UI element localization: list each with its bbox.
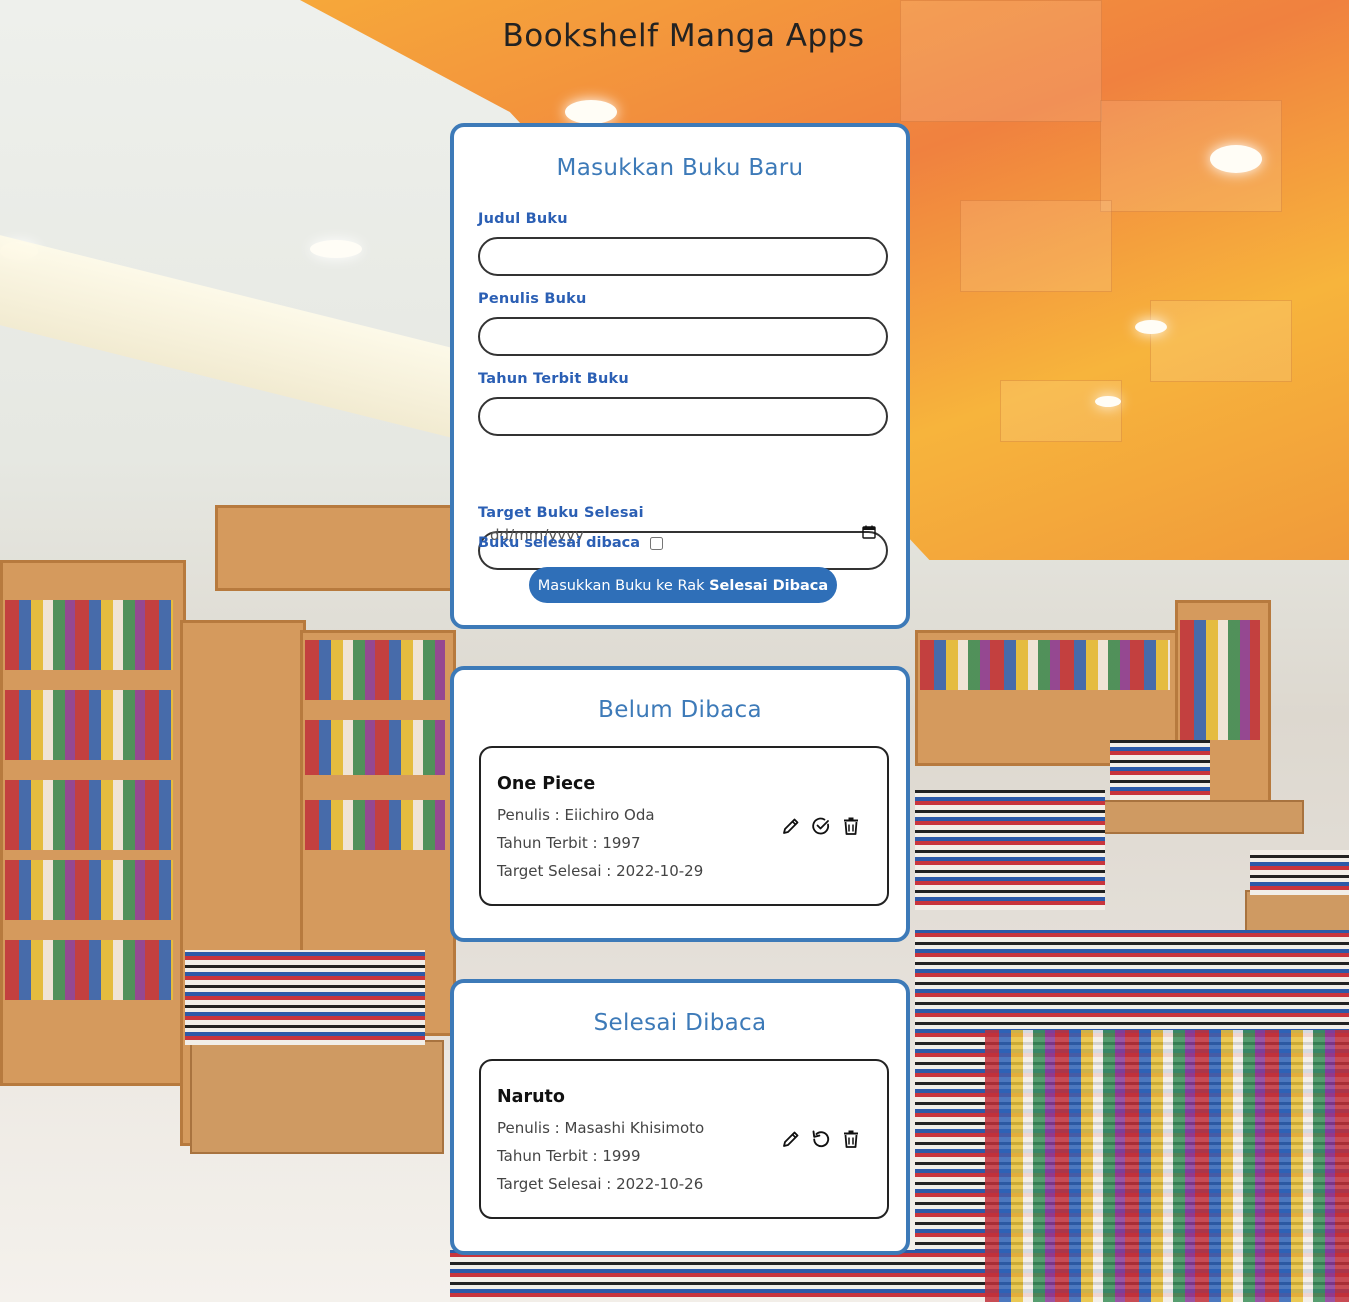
submit-button-prefix: Masukkan Buku ke Rak: [537, 578, 710, 594]
book-author: Penulis : Masashi Khisimoto: [497, 1119, 705, 1137]
book-target: Target Selesai : 2022-10-29: [497, 862, 704, 880]
book-year: Tahun Terbit : 1999: [497, 1147, 641, 1165]
book-actions: [781, 1129, 871, 1149]
finished-checkbox-row: Buku selesai dibaca: [478, 535, 663, 551]
pencil-icon[interactable]: [781, 1129, 801, 1149]
title-input[interactable]: [478, 237, 888, 276]
book-item: One Piece Penulis : Eiichiro Oda Tahun T…: [479, 746, 889, 906]
book-title: One Piece: [497, 774, 596, 794]
undo-icon[interactable]: [811, 1129, 831, 1149]
book-target: Target Selesai : 2022-10-26: [497, 1175, 704, 1193]
book-item: Naruto Penulis : Masashi Khisimoto Tahun…: [479, 1059, 889, 1219]
book-title: Naruto: [497, 1087, 565, 1107]
trash-icon[interactable]: [841, 1129, 861, 1149]
finished-checkbox[interactable]: [650, 536, 663, 550]
title-field: Judul Buku: [478, 211, 888, 276]
book-author: Penulis : Eiichiro Oda: [497, 806, 655, 824]
year-field: Tahun Terbit Buku: [478, 371, 888, 436]
trash-icon[interactable]: [841, 816, 861, 836]
form-heading: Masukkan Buku Baru: [556, 155, 804, 181]
year-input[interactable]: [478, 397, 888, 436]
author-input[interactable]: [478, 317, 888, 356]
author-field: Penulis Buku: [478, 291, 888, 356]
book-actions: [781, 816, 871, 836]
author-label: Penulis Buku: [478, 291, 587, 307]
year-label: Tahun Terbit Buku: [478, 371, 629, 387]
app-title: Bookshelf Manga Apps: [502, 18, 865, 54]
target-date-label: Target Buku Selesai: [478, 505, 644, 521]
book-year: Tahun Terbit : 1997: [497, 834, 641, 852]
calendar-icon[interactable]: [862, 525, 876, 539]
title-label: Judul Buku: [478, 211, 568, 227]
read-shelf: Selesai Dibaca Naruto Penulis : Masashi …: [450, 979, 910, 1255]
finished-checkbox-label: Buku selesai dibaca: [478, 535, 640, 551]
submit-book-button[interactable]: Masukkan Buku ke Rak Selesai Dibaca: [529, 567, 837, 603]
read-heading: Selesai Dibaca: [593, 1010, 767, 1036]
add-book-form: Masukkan Buku Baru Judul Buku Penulis Bu…: [450, 123, 910, 629]
unread-heading: Belum Dibaca: [598, 697, 762, 723]
check-circle-icon[interactable]: [811, 816, 831, 836]
pencil-icon[interactable]: [781, 816, 801, 836]
unread-shelf: Belum Dibaca One Piece Penulis : Eiichir…: [450, 666, 910, 942]
submit-button-shelf: Selesai Dibaca: [709, 578, 829, 594]
